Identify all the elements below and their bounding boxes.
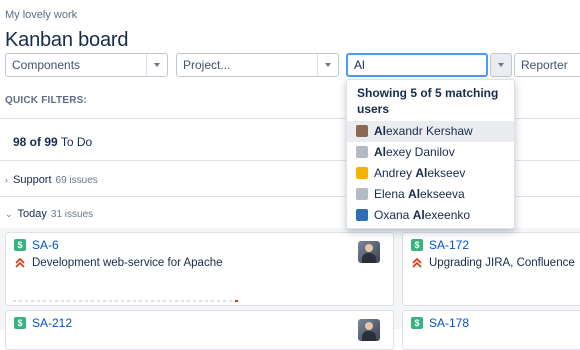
swimlane-count: 69 issues [55,174,98,186]
reporter-filter-label: Reporter [521,58,568,72]
issue-key[interactable]: SA-178 [429,316,469,330]
user-avatar [356,209,368,221]
user-name: Andrey Alekseev [374,166,466,180]
swimlane-count: 31 issues [50,208,94,220]
chevron-right-icon: › [5,175,8,185]
swimlane-today[interactable]: ⌄ Today 31 issues [5,208,93,220]
project-filter-label: Project... [183,58,231,72]
chevron-down-icon [317,54,338,76]
user-option[interactable]: Elena Alekseeva [347,184,514,205]
story-icon: $ [411,239,423,251]
column-count: 98 of 99 [13,135,58,149]
issue-card[interactable]: $ SA-172 Upgrading JIRA, Confluence [402,232,580,306]
user-search-dropdown-button[interactable] [490,53,512,77]
page-title: Kanban board [5,29,129,51]
components-filter[interactable]: Components [5,53,168,77]
user-option[interactable]: Alexandr Kershaw [347,121,514,142]
user-option[interactable]: Alexey Danilov [347,142,514,163]
user-avatar [356,188,368,200]
story-icon: $ [411,317,423,329]
issue-card[interactable]: $ SA-178 [402,310,580,350]
swimlane-support[interactable]: › Support 69 issues [5,174,98,186]
story-icon: $ [14,239,26,251]
issue-key[interactable]: SA-172 [429,238,469,252]
quick-filters-label: QUICK FILTERS: [5,95,88,106]
swimlane-name: Support [13,174,52,186]
user-name: Alexandr Kershaw [374,124,473,138]
chevron-down-icon [498,63,504,67]
reporter-filter[interactable]: Reporter [514,53,580,77]
chevron-down-icon [146,54,167,76]
user-name: Alexey Danilov [374,145,455,159]
user-avatar [356,125,368,137]
user-name: Oxana Alexeenko [374,208,471,222]
highest-priority-icon [412,257,422,268]
components-filter-label: Components [12,58,81,72]
dropdown-header: Showing 5 of 5 matching users [357,86,499,116]
assignee-avatar [358,319,380,341]
story-icon: $ [14,317,26,329]
progress-dots [13,300,238,302]
issue-summary: Development web-service for Apache [32,257,223,269]
swimlane-name: Today [17,208,47,220]
column-header: 98 of 99 To Do [13,135,92,149]
user-avatar [356,167,368,179]
project-filter[interactable]: Project... [176,53,339,77]
issue-card[interactable]: $ SA-6 Development web-service for Apach… [5,232,394,306]
user-name: Elena Alekseeva [374,187,465,201]
highest-priority-icon [15,257,25,268]
user-suggestions-dropdown: Showing 5 of 5 matching users Alexandr K… [346,79,515,229]
user-option[interactable]: Oxana Alexeenko [347,205,514,226]
breadcrumb[interactable]: My lovely work [5,9,77,21]
column-name: To Do [60,135,93,149]
assignee-avatar [358,241,380,263]
chevron-down-icon: ⌄ [5,208,13,219]
issue-key[interactable]: SA-6 [32,238,59,252]
user-option[interactable]: Andrey Alekseev [347,163,514,184]
issue-summary: Upgrading JIRA, Confluence [429,257,575,269]
user-search-input[interactable] [346,53,488,77]
issue-card[interactable]: $ SA-212 [5,310,394,350]
user-avatar [356,146,368,158]
issue-key[interactable]: SA-212 [32,316,72,330]
